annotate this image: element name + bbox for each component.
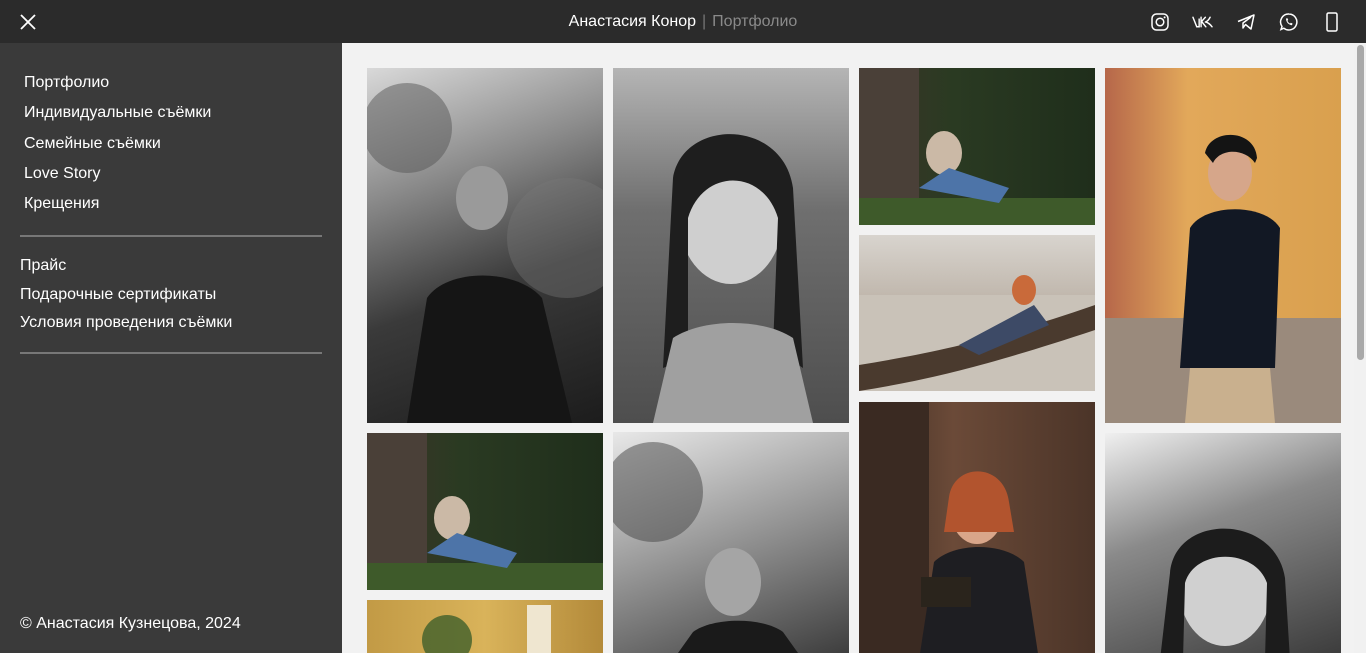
menu-item-portfolio[interactable]: Портфолио <box>24 73 211 103</box>
gallery-photo[interactable] <box>859 402 1095 653</box>
gallery-photo[interactable] <box>1105 433 1341 653</box>
section-name: Портфолио <box>712 13 798 30</box>
gallery-photo[interactable] <box>367 433 603 590</box>
menu-item-price[interactable]: Прайс <box>20 256 232 285</box>
photo-gallery <box>342 43 1354 653</box>
copyright: © Анастасия Кузнецова, 2024 <box>20 615 241 632</box>
info-menu: Прайс Подарочные сертификаты Условия про… <box>20 256 232 342</box>
scrollbar-thumb[interactable] <box>1357 45 1364 360</box>
site-name[interactable]: Анастасия Конор <box>569 13 696 30</box>
gallery-photo[interactable] <box>613 68 849 423</box>
telegram-icon[interactable] <box>1235 11 1256 32</box>
phone-icon[interactable] <box>1321 11 1342 32</box>
gallery-photo[interactable] <box>859 235 1095 391</box>
gallery-photo[interactable] <box>859 68 1095 225</box>
whatsapp-icon[interactable] <box>1278 11 1299 32</box>
social-links <box>1149 11 1342 32</box>
menu-item-shooting-terms[interactable]: Условия проведения съёмки <box>20 313 232 342</box>
gallery-photo[interactable] <box>613 432 849 653</box>
menu-item-christening[interactable]: Крещения <box>24 194 211 224</box>
gallery-photo[interactable] <box>367 600 603 653</box>
scrollbar[interactable] <box>1354 43 1366 653</box>
menu-item-love-story[interactable]: Love Story <box>24 164 211 194</box>
portfolio-menu: Портфолио Индивидуальные съёмки Семейные… <box>24 73 211 224</box>
vk-icon[interactable] <box>1192 11 1213 32</box>
menu-divider <box>20 352 322 354</box>
top-bar: Анастасия Конор | Портфолио <box>0 0 1366 43</box>
instagram-icon[interactable] <box>1149 11 1170 32</box>
gallery-photo[interactable] <box>1105 68 1341 423</box>
gallery-photo[interactable] <box>367 68 603 423</box>
menu-item-individual[interactable]: Индивидуальные съёмки <box>24 103 211 133</box>
menu-item-gift-certificates[interactable]: Подарочные сертификаты <box>20 285 232 314</box>
sidebar: Портфолио Индивидуальные съёмки Семейные… <box>0 43 342 653</box>
menu-item-family[interactable]: Семейные съёмки <box>24 134 211 164</box>
menu-divider <box>20 235 322 237</box>
title-separator: | <box>702 13 707 30</box>
